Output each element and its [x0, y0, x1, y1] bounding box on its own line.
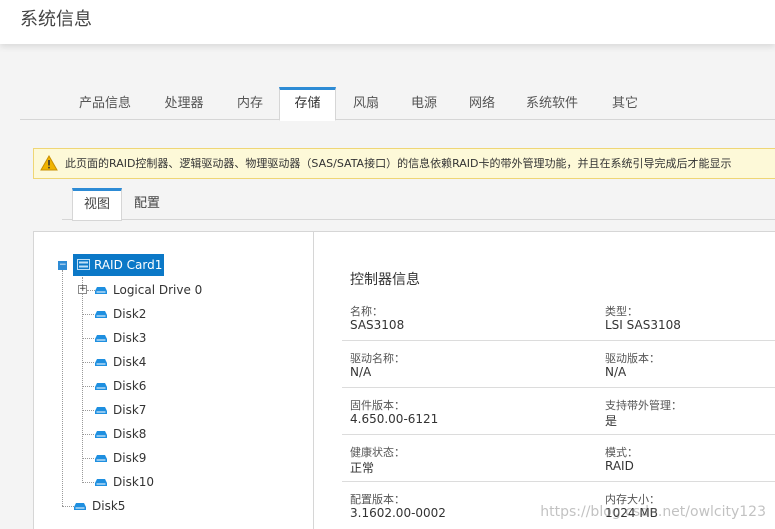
field-label: 支持带外管理： — [605, 399, 682, 412]
main-tab-bar: 产品信息 处理器 内存 存储 风扇 电源 网络 系统软件 其它 — [20, 87, 775, 121]
field-value: N/A — [350, 365, 372, 379]
collapse-toggle[interactable]: − — [58, 261, 67, 270]
tree-node-disk[interactable]: Disk8 — [95, 423, 146, 445]
tree-connector — [82, 277, 83, 483]
tree-node-label: RAID Card1 — [94, 258, 163, 272]
field-value: SAS3108 — [350, 318, 405, 332]
field-label: 类型： — [605, 305, 638, 318]
sub-tab-bar: 视图 配置 — [62, 188, 775, 221]
tab-product-info[interactable]: 产品信息 — [68, 87, 142, 120]
tree-connector — [82, 314, 94, 315]
tree-node-disk[interactable]: Disk9 — [95, 447, 146, 469]
tab-other[interactable]: 其它 — [602, 87, 648, 120]
page-title: 系统信息 — [20, 9, 92, 30]
tree-node-logical-drive[interactable]: Logical Drive 0 — [95, 279, 202, 301]
storage-tree: − RAID Card1 + Logical Drive 0 Disk2 Dis… — [34, 232, 314, 529]
disk-icon — [95, 359, 107, 366]
field-label: 配置版本： — [350, 493, 405, 506]
info-row: 名称： SAS3108 类型： LSI SAS3108 — [342, 294, 775, 341]
tree-node-disk[interactable]: Disk5 — [74, 495, 125, 517]
tree-node-disk[interactable]: Disk4 — [95, 351, 146, 373]
tree-node-disk[interactable]: Disk7 — [95, 399, 146, 421]
expand-toggle[interactable]: + — [78, 285, 87, 294]
field-value: 3.1602.00-0002 — [350, 506, 446, 520]
tab-processor[interactable]: 处理器 — [152, 87, 216, 120]
field-label: 名称： — [350, 305, 383, 318]
info-row: 健康状态： 正常 模式： RAID — [342, 435, 775, 482]
controller-detail: 控制器信息 名称： SAS3108 类型： LSI SAS3108 驱动名称： … — [315, 232, 775, 529]
field-value: LSI SAS3108 — [605, 318, 681, 332]
field-value: 是 — [605, 414, 618, 428]
field-value: 4.650.00-6121 — [350, 412, 439, 426]
tab-memory[interactable]: 内存 — [225, 87, 275, 120]
tree-connector — [82, 434, 94, 435]
field-value: 正常 — [350, 461, 375, 475]
info-row: 驱动名称： N/A 驱动版本： N/A — [342, 341, 775, 388]
tree-connector — [82, 338, 94, 339]
tree-node-disk[interactable]: Disk3 — [95, 327, 146, 349]
field-value: RAID — [605, 459, 634, 473]
disk-icon — [95, 335, 107, 342]
disk-icon — [95, 455, 107, 462]
disk-icon — [95, 287, 107, 294]
tree-connector — [82, 362, 94, 363]
field-label: 固件版本： — [350, 399, 405, 412]
tab-fans[interactable]: 风扇 — [343, 87, 389, 120]
field-label: 驱动名称： — [350, 352, 405, 365]
tree-connector — [82, 482, 94, 483]
tab-view[interactable]: 视图 — [72, 188, 122, 221]
field-value: N/A — [605, 365, 627, 379]
tree-connector — [82, 410, 94, 411]
field-label: 模式： — [605, 446, 638, 459]
disk-icon — [95, 407, 107, 414]
disk-icon — [74, 503, 86, 510]
tab-config[interactable]: 配置 — [122, 188, 172, 220]
tree-node-disk[interactable]: Disk2 — [95, 303, 146, 325]
section-heading: 控制器信息 — [350, 272, 420, 288]
disk-icon — [95, 479, 107, 486]
tab-network[interactable]: 网络 — [459, 87, 505, 120]
tab-storage[interactable]: 存储 — [279, 87, 336, 121]
disk-icon — [95, 431, 107, 438]
disk-icon — [95, 311, 107, 318]
watermark: https://blog.csdn.net/owlcity123 — [540, 504, 766, 520]
tree-connector — [82, 458, 94, 459]
tree-node-disk[interactable]: Disk10 — [95, 471, 154, 493]
raid-card-icon — [77, 259, 90, 270]
field-label: 健康状态： — [350, 446, 405, 459]
content-panel: − RAID Card1 + Logical Drive 0 Disk2 Dis… — [33, 231, 775, 529]
field-label: 驱动版本： — [605, 352, 660, 365]
tab-power[interactable]: 电源 — [401, 87, 447, 120]
tree-connector — [82, 386, 94, 387]
warning-icon — [40, 155, 58, 171]
tree-connector — [62, 506, 74, 507]
page-header: 系统信息 — [0, 0, 775, 44]
warning-text: 此页面的RAID控制器、逻辑驱动器、物理驱动器（SAS/SATA接口）的信息依赖… — [65, 157, 732, 170]
tree-connector — [62, 270, 63, 506]
warning-banner: 此页面的RAID控制器、逻辑驱动器、物理驱动器（SAS/SATA接口）的信息依赖… — [33, 148, 775, 179]
tab-system-software[interactable]: 系统软件 — [517, 87, 587, 120]
tree-connector — [87, 290, 95, 291]
tree-node-disk[interactable]: Disk6 — [95, 375, 146, 397]
tree-node-raid-card[interactable]: RAID Card1 — [73, 254, 164, 276]
info-row: 固件版本： 4.650.00-6121 支持带外管理： 是 — [342, 388, 775, 435]
disk-icon — [95, 383, 107, 390]
